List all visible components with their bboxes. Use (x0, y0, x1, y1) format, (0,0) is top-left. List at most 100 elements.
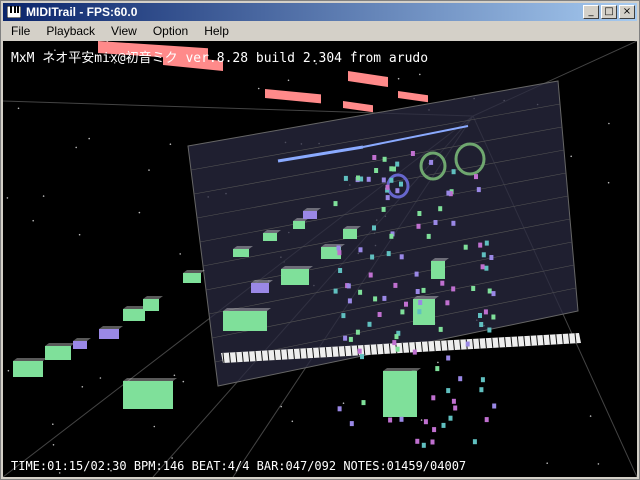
star (420, 419, 423, 421)
note-dot (337, 250, 342, 256)
star (17, 107, 20, 110)
note-dot (347, 298, 352, 304)
note-dot (476, 187, 481, 193)
note-dot (453, 405, 458, 411)
note-block (143, 299, 159, 311)
note-dot (431, 395, 436, 401)
note-dot (341, 313, 346, 319)
song-title: MxM ネオ平安mix@初音ミク ver.8.28 build 2.304 fr… (11, 51, 429, 66)
note-dot (381, 206, 386, 212)
note-dot (487, 327, 492, 333)
note-dot (484, 240, 489, 246)
note-dot (471, 286, 476, 291)
star (42, 195, 45, 197)
star (7, 369, 10, 372)
note-dot (480, 377, 485, 383)
menu-playback[interactable]: Playback (38, 22, 103, 40)
note-dot (368, 272, 373, 278)
visualization-viewport[interactable]: MxM ネオ平安mix@初音ミク ver.8.28 build 2.304 fr… (3, 41, 637, 477)
star (437, 361, 439, 364)
note-dot (389, 177, 394, 183)
minimize-button[interactable]: _ (583, 5, 599, 19)
note-dot (421, 442, 426, 448)
note-dot (333, 288, 338, 294)
note-dot (492, 403, 497, 409)
note-dot (373, 296, 378, 302)
note-dot (451, 398, 456, 404)
note-dot (483, 309, 488, 315)
star (169, 143, 172, 145)
note-dot (416, 223, 421, 229)
star (397, 77, 400, 80)
star (419, 73, 421, 76)
star (589, 415, 592, 417)
note-block (281, 269, 309, 285)
note-dot (343, 175, 348, 181)
note-block (343, 229, 357, 239)
star (6, 197, 9, 199)
note-dot (463, 244, 468, 250)
note-dot (412, 349, 417, 355)
note-dot (367, 321, 372, 327)
note-dot (438, 326, 443, 332)
star (81, 386, 84, 388)
note-dot (417, 211, 422, 216)
note-dot (394, 334, 399, 340)
note-dot (372, 155, 377, 160)
note-dot (358, 247, 363, 253)
note-block (123, 381, 173, 409)
star (173, 374, 176, 377)
note-dot (415, 438, 420, 444)
star (78, 233, 81, 236)
menu-option[interactable]: Option (145, 22, 196, 40)
note-dot (479, 387, 484, 393)
note-block-top (383, 368, 421, 371)
note-block (233, 249, 249, 257)
note-bar (398, 91, 428, 103)
note-dot (478, 313, 482, 318)
note-dot (426, 233, 431, 239)
note-dot (451, 286, 456, 292)
note-bar (343, 101, 373, 113)
note-dot (481, 252, 486, 258)
piano-keys-icon (6, 5, 22, 19)
star (148, 169, 150, 171)
note-block-top (45, 343, 75, 346)
note-dot (446, 355, 451, 361)
note-dot (430, 439, 435, 445)
note-dot (423, 419, 428, 425)
note-dot (348, 336, 353, 342)
title-bar[interactable]: MIDITrail - FPS:60.0 _ □ × (3, 3, 637, 21)
note-dot (389, 166, 394, 172)
note-dot (491, 291, 496, 297)
note-block (73, 341, 87, 349)
star (182, 380, 185, 383)
close-button[interactable]: × (619, 5, 635, 19)
note-dot (438, 206, 443, 212)
note-dot (440, 280, 445, 286)
note-dot (338, 268, 343, 273)
note-dot (337, 406, 342, 412)
note-dot (382, 156, 387, 162)
note-dot (377, 312, 382, 317)
menu-help[interactable]: Help (196, 22, 237, 40)
note-dot (395, 188, 400, 194)
note-dot (346, 283, 351, 289)
note-block (45, 346, 71, 360)
maximize-button[interactable]: □ (601, 5, 617, 19)
note-dot (451, 169, 456, 175)
note-block-top (413, 296, 439, 299)
note-dot (385, 195, 390, 201)
note-dot (399, 181, 403, 187)
menu-view[interactable]: View (103, 22, 145, 40)
star (52, 444, 55, 446)
window-controls: _ □ × (583, 5, 635, 19)
note-dot (484, 265, 489, 271)
star (75, 146, 77, 149)
note-block (251, 283, 269, 293)
menu-file[interactable]: File (3, 22, 38, 40)
note-dot (404, 301, 408, 307)
note-dot (472, 439, 477, 445)
note-dot (491, 314, 496, 320)
star (88, 137, 90, 140)
